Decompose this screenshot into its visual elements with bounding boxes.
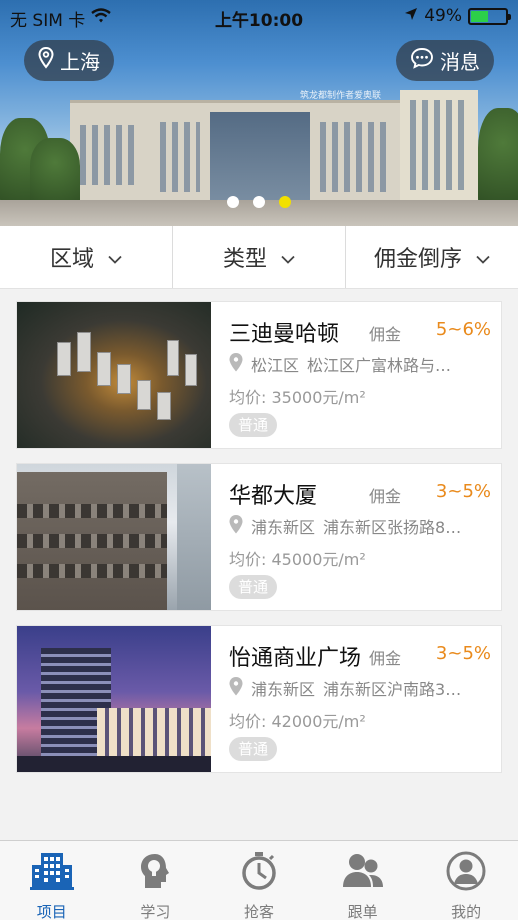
commission-label: 佣金 [369, 649, 402, 668]
listing-street: 浦东新区张扬路8… [323, 518, 462, 537]
tab-label: 抢客 [243, 903, 274, 920]
listing-street: 浦东新区沪南路3… [323, 680, 462, 699]
building-icon [29, 851, 74, 895]
tab-bar: 项目 学习 抢客 跟单 我的 [0, 840, 518, 920]
filter-bar: 区域 类型 佣金倒序 [0, 226, 518, 289]
listing-card[interactable]: 怡通商业广场 佣金 3~5% 浦东新区 浦东新区沪南路3… 均价: 42000元… [16, 625, 502, 773]
listing-address: 松江区 松江区广富林路与… [229, 352, 491, 376]
carousel-dot[interactable] [253, 196, 265, 208]
commission-label: 佣金 [369, 325, 402, 344]
banner-building-entrance [210, 112, 310, 208]
listing-address: 浦东新区 浦东新区张扬路8… [229, 514, 491, 538]
person-icon [446, 851, 486, 895]
banner-watermark: 筑龙都制作者爱奥联 [300, 91, 382, 101]
listing-price: 均价: 42000元/m² [229, 712, 366, 731]
tab-label: 我的 [451, 903, 482, 920]
tab-label: 项目 [36, 903, 67, 920]
filter-type[interactable]: 类型 [173, 226, 346, 288]
message-label: 消息 [440, 50, 480, 74]
message-button[interactable]: 消息 [396, 40, 494, 81]
listing-card[interactable]: 三迪曼哈顿 佣金 5~6% 松江区 松江区广富林路与… 均价: 35000元/m… [16, 301, 502, 449]
listing-badge: 普通 [229, 575, 278, 599]
tab-profile[interactable]: 我的 [414, 841, 518, 920]
tab-label: 学习 [140, 903, 171, 920]
listing-badge: 普通 [229, 413, 278, 437]
listing-badge: 普通 [229, 737, 278, 761]
listing-name: 三迪曼哈顿 [229, 322, 340, 347]
listing-thumbnail [17, 464, 211, 610]
status-bar: 无 SIM 卡 上午10:00 49% [0, 0, 518, 34]
people-icon [341, 851, 385, 895]
banner-windows [80, 125, 140, 185]
filter-label: 类型 [222, 247, 267, 272]
listing-thumbnail [17, 302, 211, 448]
listing-price: 均价: 45000元/m² [229, 550, 366, 569]
filter-commission-sort[interactable]: 佣金倒序 [346, 226, 518, 288]
carousel-indicator [0, 196, 518, 208]
tab-follow-up[interactable]: 跟单 [311, 841, 415, 920]
location-button[interactable]: 上海 [24, 40, 114, 81]
location-arrow-icon [404, 6, 418, 26]
location-label: 上海 [60, 50, 100, 74]
map-pin-icon [229, 676, 243, 700]
banner-windows [160, 122, 200, 192]
banner-windows [410, 100, 470, 190]
map-pin-icon [229, 514, 243, 538]
listing-district: 浦东新区 [251, 518, 316, 537]
battery-percent: 49% [424, 6, 462, 26]
status-right: 49% [404, 6, 511, 26]
battery-fill [471, 10, 488, 22]
filter-label: 佣金倒序 [373, 247, 462, 272]
listing-card[interactable]: 华都大厦 佣金 3~5% 浦东新区 浦东新区张扬路8… 均价: 45000元/m… [16, 463, 502, 611]
map-pin-icon [229, 352, 243, 376]
banner-windows [320, 122, 390, 192]
listing-district: 松江区 [251, 356, 300, 375]
tab-projects[interactable]: 项目 [0, 841, 104, 920]
chat-bubble-icon [410, 47, 434, 74]
filter-label: 区域 [49, 247, 94, 272]
tab-grab-clients[interactable]: 抢客 [207, 841, 311, 920]
listing-street: 松江区广富林路与… [307, 356, 452, 375]
listing-address: 浦东新区 浦东新区沪南路3… [229, 676, 491, 700]
chevron-down-icon [281, 245, 295, 270]
chevron-down-icon [476, 245, 490, 270]
commission-value: 3~5% [435, 481, 491, 502]
chevron-down-icon [108, 245, 122, 270]
commission-label: 佣金 [369, 487, 402, 506]
map-pin-icon [38, 46, 54, 74]
lightbulb-head-icon [135, 851, 175, 895]
carousel-dot[interactable] [279, 196, 291, 208]
tab-learning[interactable]: 学习 [104, 841, 208, 920]
listing-district: 浦东新区 [251, 680, 316, 699]
listing-price: 均价: 35000元/m² [229, 388, 366, 407]
listing-name: 怡通商业广场 [229, 646, 362, 671]
carousel-dot[interactable] [227, 196, 239, 208]
commission-value: 5~6% [435, 319, 491, 340]
battery-icon [468, 7, 511, 25]
stopwatch-icon [239, 851, 279, 895]
banner-tree [478, 108, 518, 208]
listing-name: 华都大厦 [229, 484, 318, 509]
tab-label: 跟单 [347, 903, 378, 920]
listing-thumbnail [17, 626, 211, 772]
commission-value: 3~5% [435, 643, 491, 664]
filter-region[interactable]: 区域 [0, 226, 173, 288]
